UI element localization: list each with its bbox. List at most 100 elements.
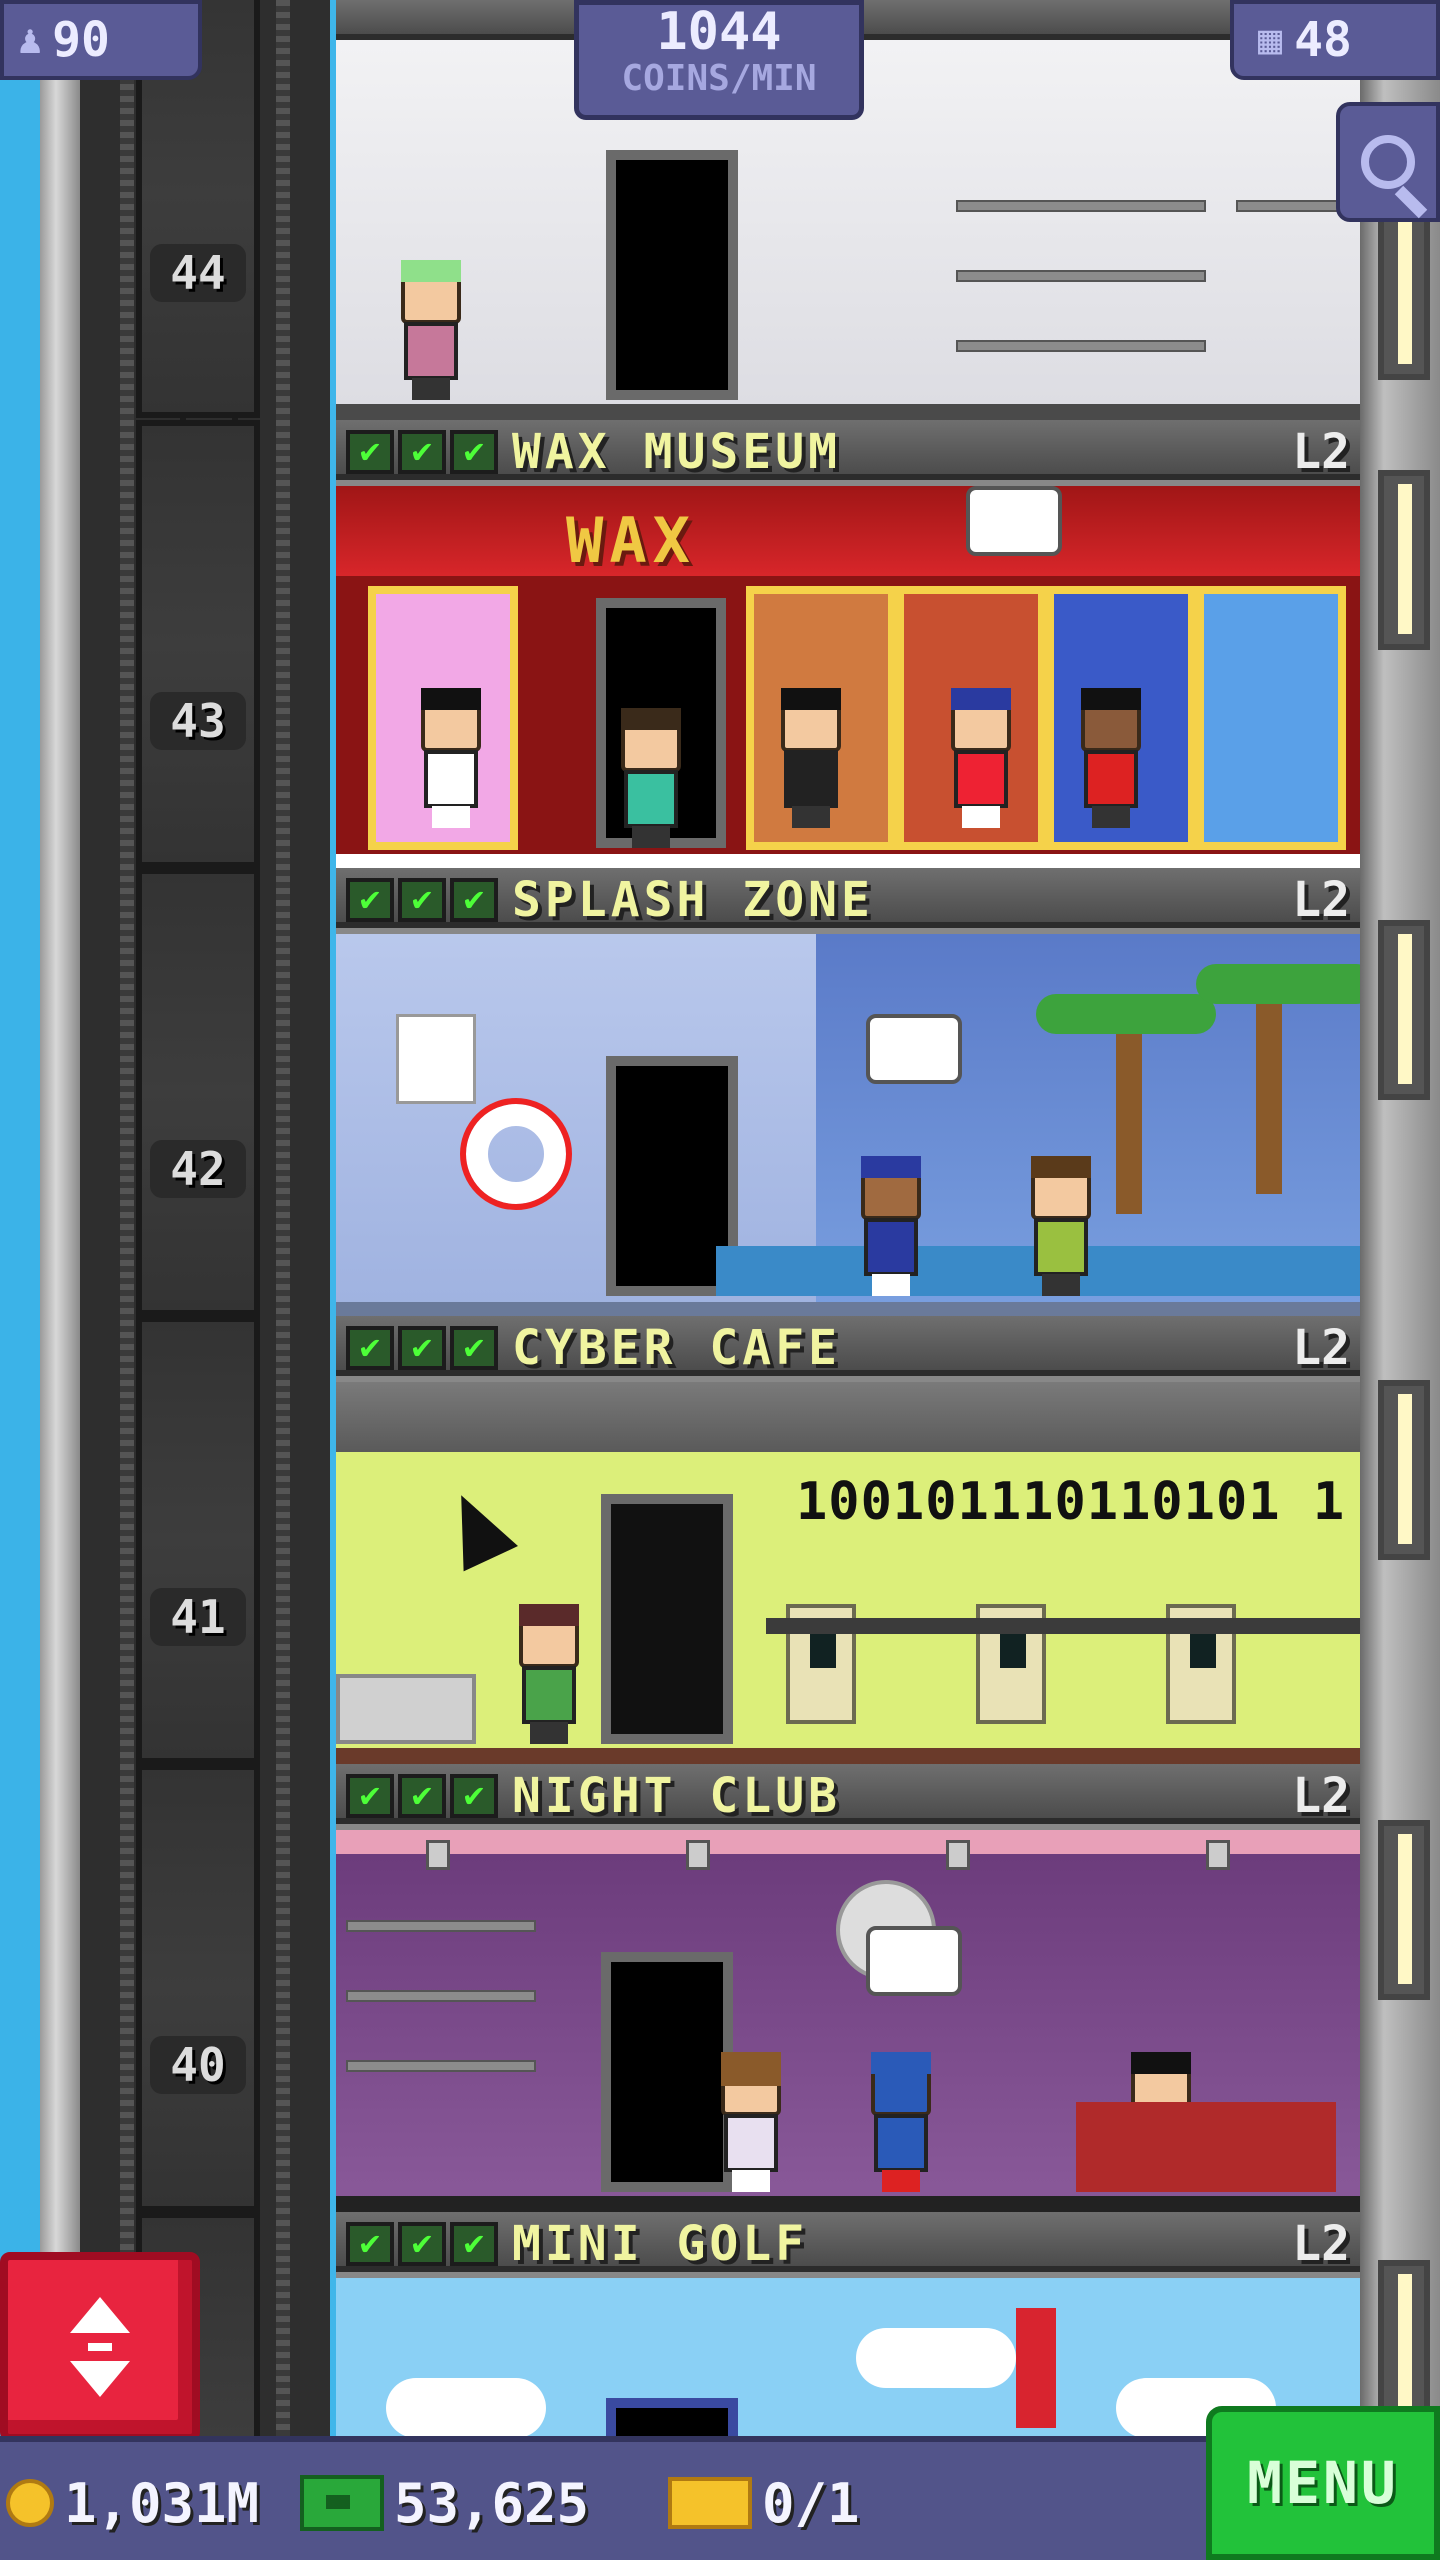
shaft-segment <box>136 1316 260 1764</box>
window <box>1378 1820 1430 2000</box>
shaft-segment <box>136 1764 260 2212</box>
tickets-value: 0/1 <box>762 2471 860 2535</box>
floor-number-44: 44 <box>150 244 246 302</box>
tower-pillar <box>40 0 80 2560</box>
stage-light <box>946 1840 970 1870</box>
ticket-icon <box>668 2477 752 2529</box>
floor-name: MINI GOLF <box>512 2216 809 2272</box>
shelf <box>956 340 1206 352</box>
shaft-rail-left <box>120 0 134 2560</box>
visitor-person[interactable] <box>946 688 1016 828</box>
check-icon: ✔ <box>450 878 498 922</box>
star-checks: ✔ ✔ ✔ <box>346 430 498 474</box>
window <box>1378 200 1430 380</box>
bux-stat[interactable]: 53,625 <box>300 2458 589 2548</box>
bux-value: 53,625 <box>394 2471 590 2535</box>
floor-splash-zone[interactable]: ✔ ✔ ✔ SPLASH ZONE L2 <box>336 868 1360 1316</box>
floor-banner: ✔ ✔ ✔ WAX MUSEUM L2 <box>336 420 1360 480</box>
resident-person[interactable] <box>716 2052 786 2192</box>
lounge-sofa <box>1076 2102 1336 2192</box>
city-tower <box>1016 2308 1056 2428</box>
stage-light <box>426 1840 450 1870</box>
floor-mini-golf[interactable]: ✔ ✔ ✔ MINI GOLF L2 <box>336 2212 1360 2436</box>
resident-person[interactable] <box>856 1156 926 1296</box>
wax-figure <box>416 688 486 828</box>
floor-name: SPLASH ZONE <box>512 872 874 928</box>
star-checks: ✔ ✔ ✔ <box>346 1326 498 1370</box>
floor-door <box>601 1494 733 1744</box>
wax-figure <box>776 688 846 828</box>
floor-wax-museum[interactable]: ✔ ✔ ✔ WAX MUSEUM L2 WAX <box>336 420 1360 868</box>
palm-tree <box>1196 964 1360 1004</box>
coins-per-min-panel[interactable]: 1044 COINS/MIN <box>574 0 864 120</box>
floor-counter[interactable]: ▦ 48 <box>1230 0 1440 80</box>
cloud <box>386 2378 546 2436</box>
visitor-person[interactable] <box>1026 1156 1096 1296</box>
floor-count-value: 48 <box>1294 12 1352 68</box>
star-checks: ✔ ✔ ✔ <box>346 1774 498 1818</box>
resident-person[interactable] <box>616 708 686 848</box>
coins-stat[interactable]: 1,031M <box>6 2458 259 2548</box>
floor-door <box>606 150 738 400</box>
floor-door <box>601 1952 733 2192</box>
window <box>1378 1380 1430 1560</box>
window <box>1378 470 1430 650</box>
check-icon: ✔ <box>398 878 446 922</box>
check-icon: ✔ <box>346 2222 394 2266</box>
room-interior: 100101110110101 1 <box>336 1382 1360 1764</box>
floor-banner: ✔ ✔ ✔ CYBER CAFE L2 <box>336 1316 1360 1376</box>
check-icon: ✔ <box>346 878 394 922</box>
check-icon: ✔ <box>398 1326 446 1370</box>
elevator-arrows-icon <box>70 2297 130 2397</box>
coin-icon <box>6 2479 54 2527</box>
floor-level: L2 <box>1292 2216 1350 2272</box>
floor-night-club[interactable]: ✔ ✔ ✔ NIGHT CLUB L2 <box>336 1764 1360 2212</box>
shelf <box>956 200 1206 212</box>
shaft-segment <box>136 420 260 868</box>
floor-number-41: 41 <box>150 1588 246 1646</box>
wax-sign: WAX <box>566 504 696 577</box>
floor-banner: ✔ ✔ ✔ SPLASH ZONE L2 <box>336 868 1360 928</box>
floor-level: L2 <box>1292 424 1350 480</box>
sky-strip <box>0 0 40 2560</box>
floor-cyber-cafe[interactable]: ✔ ✔ ✔ CYBER CAFE L2 100101110110101 1 <box>336 1316 1360 1764</box>
bar-shelf <box>346 1990 536 2002</box>
population-counter[interactable]: ♟ 90 <box>0 0 202 80</box>
wall-poster <box>396 1014 476 1104</box>
menu-button[interactable]: MENU <box>1206 2406 1440 2560</box>
floor-level: L2 <box>1292 1320 1350 1376</box>
check-icon: ✔ <box>398 430 446 474</box>
elevator-button[interactable] <box>0 2252 200 2442</box>
population-icon: ♟ <box>18 17 43 63</box>
star-checks: ✔ ✔ ✔ <box>346 878 498 922</box>
room-interior <box>336 2278 1360 2436</box>
desk <box>766 1618 1360 1634</box>
population-value: 90 <box>52 12 110 68</box>
check-icon: ✔ <box>450 1774 498 1818</box>
coins-per-min-value: 1044 <box>656 2 782 62</box>
floor-level: L2 <box>1292 1768 1350 1824</box>
check-icon: ✔ <box>346 430 394 474</box>
tickets-stat[interactable]: 0/1 <box>668 2458 860 2548</box>
coins-per-min-unit: COINS/MIN <box>621 58 817 99</box>
visitor-person[interactable] <box>866 2052 936 2192</box>
resident-person[interactable] <box>396 260 466 400</box>
search-button[interactable] <box>1336 102 1440 222</box>
coins-value: 1,031M <box>64 2471 260 2535</box>
floor-banner: ✔ ✔ ✔ MINI GOLF L2 <box>336 2212 1360 2272</box>
check-icon: ✔ <box>346 1774 394 1818</box>
check-icon: ✔ <box>398 2222 446 2266</box>
cloud <box>856 2328 1016 2388</box>
resident-person[interactable] <box>514 1604 584 1744</box>
floor-door <box>606 2398 738 2436</box>
room-interior <box>336 1830 1360 2212</box>
shaft-segment <box>136 868 260 1316</box>
check-icon: ✔ <box>346 1326 394 1370</box>
check-icon: ✔ <box>450 2222 498 2266</box>
room-interior: WAX <box>336 486 1360 868</box>
shaft-rail-right <box>276 0 290 2560</box>
star-checks: ✔ ✔ ✔ <box>346 2222 498 2266</box>
stage-light <box>1206 1840 1230 1870</box>
exhibit-booth <box>1196 586 1346 850</box>
floor-number-40: 40 <box>150 2036 246 2094</box>
